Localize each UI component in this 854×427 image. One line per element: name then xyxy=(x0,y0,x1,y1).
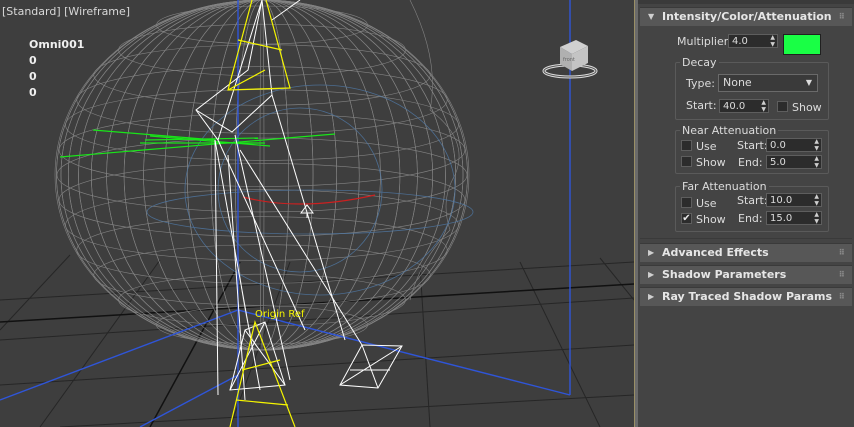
collapse-icon: ▼ xyxy=(648,12,655,21)
spinner-arrows-icon[interactable]: ▲ ▼ xyxy=(770,34,775,48)
decay-show-checkbox[interactable] xyxy=(777,101,788,112)
far-show-checkbox[interactable]: ✔ xyxy=(681,213,692,224)
near-start-value: 0.0 xyxy=(770,140,786,151)
near-show-checkbox[interactable] xyxy=(681,156,692,167)
expand-icon: ▶ xyxy=(648,248,655,257)
head-mesh-ring xyxy=(76,216,448,284)
head-mesh-meridian xyxy=(106,0,418,351)
rollout-title: Advanced Effects xyxy=(662,246,769,259)
rollout-advanced-effects-header[interactable]: ▶ Advanced Effects ⠿ xyxy=(640,243,852,262)
decay-show-label: Show xyxy=(792,101,822,114)
dropdown-arrow-icon: ▼ xyxy=(805,78,812,87)
rollout-title: Intensity/Color/Attenuation xyxy=(662,10,832,23)
head-mesh-meridian xyxy=(91,0,433,351)
far-start-value: 10.0 xyxy=(770,195,793,206)
decay-start-value: 40.0 xyxy=(723,101,746,112)
near-end-label: End: xyxy=(738,156,763,169)
multiplier-value: 4.0 xyxy=(732,36,748,47)
stats-value: 0 xyxy=(29,70,37,83)
grip-icon: ⠿ xyxy=(838,248,846,257)
near-attenuation-title: Near Attenuation xyxy=(680,124,779,137)
far-start-label: Start: xyxy=(737,194,768,207)
far-start-spinner[interactable]: 10.0 ▲ ▼ xyxy=(766,193,822,207)
rollout-shadow-parameters-header[interactable]: ▶ Shadow Parameters ⠿ xyxy=(640,265,852,284)
head-mesh-meridian xyxy=(210,0,314,351)
decay-type-value: None xyxy=(723,76,752,89)
grip-icon: ⠿ xyxy=(838,292,846,301)
far-end-value: 15.0 xyxy=(770,213,793,224)
head-mesh-meridian xyxy=(164,0,360,351)
rollout-title: Shadow Parameters xyxy=(662,268,787,281)
rollout-intensity-header[interactable]: ▼ Intensity/Color/Attenuation ⠿ xyxy=(640,7,852,26)
head-mesh-ring xyxy=(65,89,459,161)
multiplier-label: Multiplier: xyxy=(677,35,732,48)
light-color-swatch[interactable] xyxy=(783,34,821,55)
head-mesh-meridian xyxy=(143,0,381,351)
rollout-ray-traced-shadow-header[interactable]: ▶ Ray Traced Shadow Params ⠿ xyxy=(640,287,852,306)
decay-title: Decay xyxy=(680,56,719,69)
stats-value: 0 xyxy=(29,86,37,99)
head-mesh-ring xyxy=(58,113,466,187)
selection-stats: Omni001 0 0 0 xyxy=(29,37,84,101)
svg-text:front: front xyxy=(563,57,575,63)
spinner-arrows-icon[interactable]: ▲ ▼ xyxy=(814,193,819,207)
far-attenuation-title: Far Attenuation xyxy=(680,180,769,193)
origin-ref-label: Origin Ref xyxy=(255,309,305,320)
near-show-label: Show xyxy=(696,156,726,169)
near-end-spinner[interactable]: 5.0 ▲ ▼ xyxy=(766,155,822,169)
far-end-label: End: xyxy=(738,212,763,225)
decay-type-dropdown[interactable]: None ▼ xyxy=(718,74,818,92)
near-use-label: Use xyxy=(696,140,717,153)
near-start-spinner[interactable]: 0.0 ▲ ▼ xyxy=(766,138,822,152)
viewport-label[interactable]: [Standard] [Wireframe] xyxy=(2,5,130,18)
far-show-label: Show xyxy=(696,213,726,226)
head-mesh-ring xyxy=(118,23,406,77)
rollout-separator xyxy=(640,238,852,239)
head-mesh-meridian xyxy=(210,0,314,351)
head-mesh-meridian xyxy=(123,0,401,351)
wireframe-scene xyxy=(0,0,634,427)
shading-wireframe-menu[interactable]: [Wireframe] xyxy=(64,5,130,18)
shading-standard-menu[interactable]: [Standard] xyxy=(2,5,61,18)
near-start-label: Start: xyxy=(737,139,768,152)
head-mesh-meridian xyxy=(106,0,418,351)
command-panel: ▼ Intensity/Color/Attenuation ⠿ Multipli… xyxy=(638,0,854,427)
spinner-arrows-icon[interactable]: ▲ ▼ xyxy=(814,211,819,225)
head-mesh-meridian xyxy=(123,0,401,351)
multiplier-spinner[interactable]: 4.0 ▲ ▼ xyxy=(728,34,778,48)
viewcube-icon[interactable]: front xyxy=(540,35,600,81)
decay-type-label: Type: xyxy=(686,77,715,90)
grip-icon: ⠿ xyxy=(838,12,846,21)
head-mesh-meridian xyxy=(91,0,433,351)
decay-start-spinner[interactable]: 40.0 ▲ ▼ xyxy=(719,99,769,113)
head-mesh-meridian xyxy=(164,0,360,351)
grip-icon: ⠿ xyxy=(838,270,846,279)
stats-value: 0 xyxy=(29,54,37,67)
spinner-arrows-icon[interactable]: ▲ ▼ xyxy=(814,155,819,169)
far-end-spinner[interactable]: 15.0 ▲ ▼ xyxy=(766,211,822,225)
head-mesh-ring xyxy=(58,163,466,237)
head-mesh-meridian xyxy=(143,0,381,351)
head-mesh-meridian xyxy=(187,0,337,351)
viewport[interactable]: [Standard] [Wireframe] Omni001 0 0 0 Ori… xyxy=(0,0,634,427)
far-use-checkbox[interactable] xyxy=(681,197,692,208)
expand-icon: ▶ xyxy=(648,292,655,301)
head-mesh-meridian xyxy=(187,0,337,351)
rollout-title: Ray Traced Shadow Params xyxy=(662,290,833,303)
head-mesh-meridian xyxy=(259,0,265,351)
far-use-label: Use xyxy=(696,197,717,210)
decay-start-label: Start: xyxy=(686,99,717,112)
near-end-value: 5.0 xyxy=(770,157,786,168)
expand-icon: ▶ xyxy=(648,270,655,279)
head-mesh-ring xyxy=(76,66,448,134)
head-mesh-ring xyxy=(65,189,459,261)
spinner-arrows-icon[interactable]: ▲ ▼ xyxy=(814,138,819,152)
stats-object-name: Omni001 xyxy=(29,38,85,51)
panel-top-strip xyxy=(638,0,854,4)
spinner-arrows-icon[interactable]: ▲ ▼ xyxy=(761,99,766,113)
near-use-checkbox[interactable] xyxy=(681,140,692,151)
